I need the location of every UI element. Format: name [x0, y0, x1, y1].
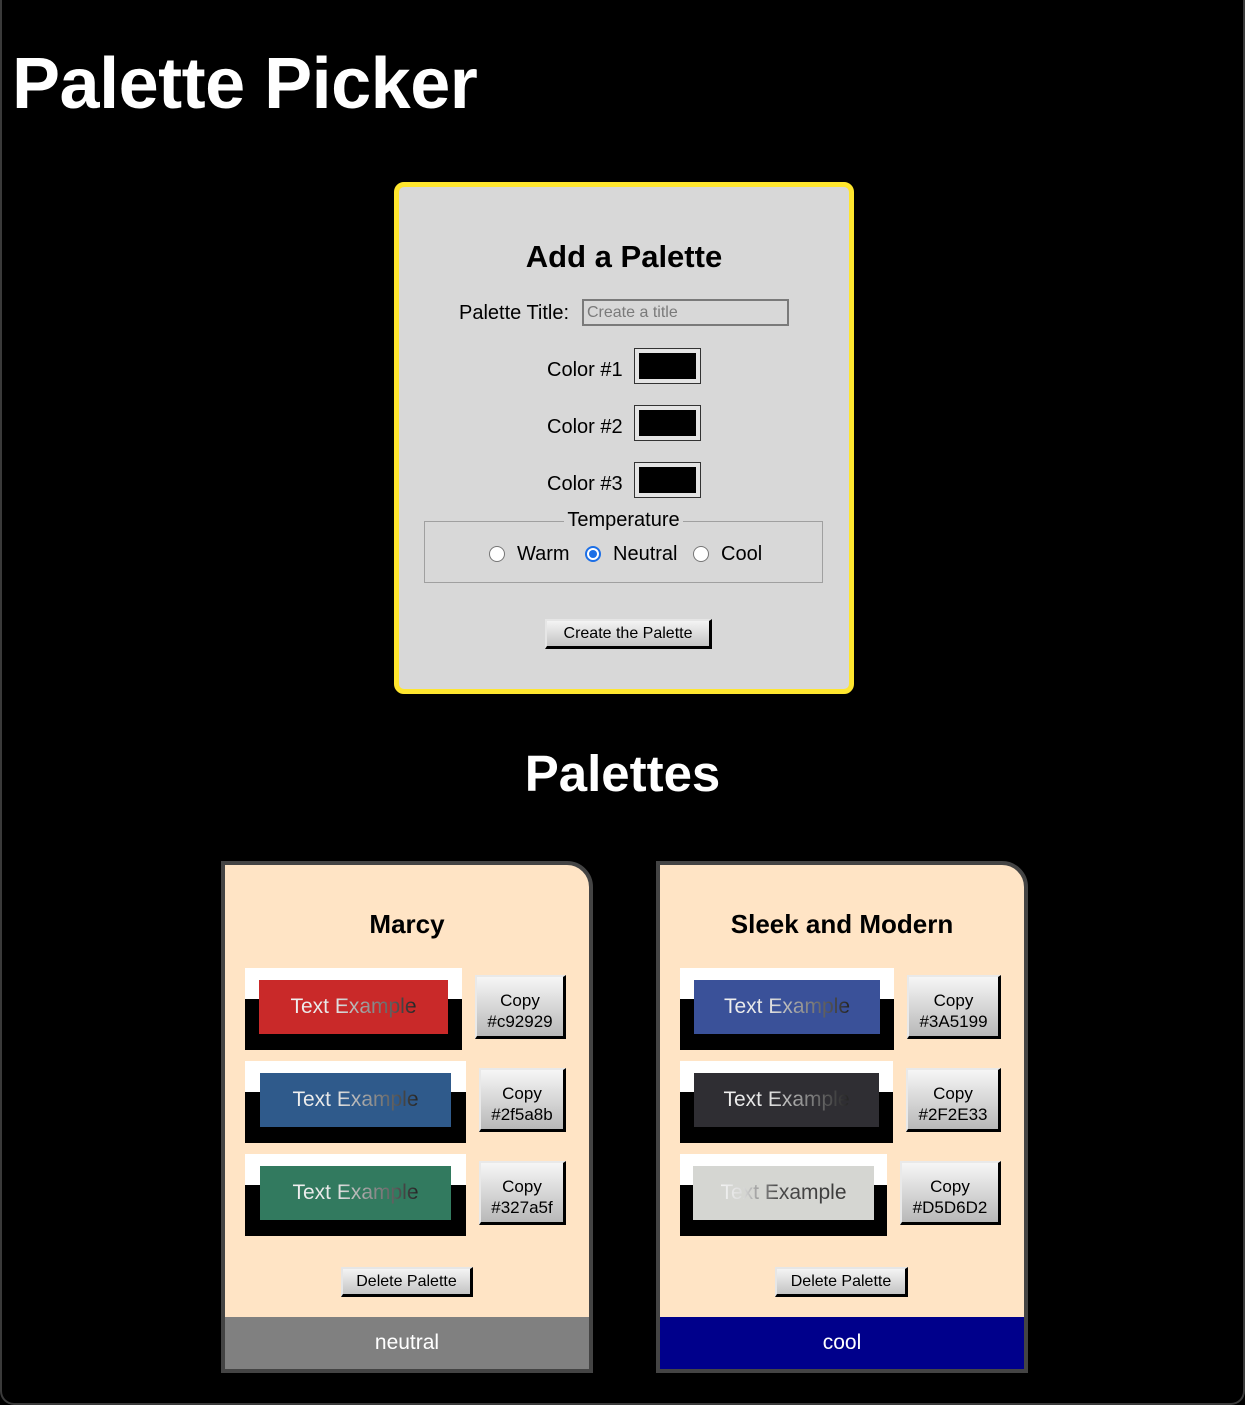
color-1-fill — [639, 353, 696, 379]
palette-card-sleek-and-modern: Sleek and Modern Text Example Copy #3A519… — [656, 861, 1028, 1373]
swatch-sample: Text Example — [693, 1166, 874, 1220]
app-title: Palette Picker — [12, 44, 478, 124]
palette-name: Sleek and Modern — [730, 909, 954, 939]
color-3-picker[interactable] — [634, 462, 701, 498]
swatch-sample: Text Example — [260, 1073, 451, 1127]
swatch-sample: Text Example — [260, 1166, 451, 1220]
palettes-heading: Palettes — [524, 745, 721, 802]
copy-color-button[interactable]: Copy #2F2E33 — [906, 1068, 1001, 1132]
copy-color-button[interactable]: Copy #327a5f — [479, 1161, 566, 1225]
temperature-bar: cool — [660, 1317, 1024, 1369]
radio-neutral-label[interactable]: Neutral — [613, 543, 677, 566]
delete-palette-button[interactable]: Delete Palette — [775, 1267, 908, 1297]
swatch-frame: Text Example — [680, 1154, 887, 1236]
palette-card-marcy: Marcy Text Example Copy #c92929 Text Exam… — [221, 861, 593, 1373]
swatch-frame: Text Example — [680, 1061, 893, 1143]
color-2-label: Color #2 — [547, 416, 623, 438]
copy-color-button[interactable]: Copy #c92929 — [475, 975, 566, 1039]
swatch-sample: Text Example — [259, 980, 448, 1034]
swatch-frame: Text Example — [245, 1061, 466, 1143]
copy-color-button[interactable]: Copy #D5D6D2 — [900, 1161, 1001, 1225]
temperature-fieldset: Temperature Warm Neutral Cool — [424, 509, 823, 583]
palette-title-label: Palette Title: — [459, 302, 570, 324]
color-2-fill — [639, 410, 696, 436]
color-1-label: Color #1 — [547, 359, 623, 381]
color-1-picker[interactable] — [634, 348, 701, 384]
copy-color-button[interactable]: Copy #3A5199 — [907, 975, 1001, 1039]
radio-neutral[interactable] — [585, 546, 601, 562]
radio-cool-label[interactable]: Cool — [721, 543, 762, 566]
palette-title-input[interactable] — [582, 299, 789, 326]
copy-color-button[interactable]: Copy #2f5a8b — [479, 1068, 566, 1132]
color-3-label: Color #3 — [547, 473, 623, 495]
swatch-sample: Text Example — [694, 980, 880, 1034]
swatch-frame: Text Example — [680, 968, 894, 1050]
radio-cool[interactable] — [693, 546, 709, 562]
form-title: Add a Palette — [525, 239, 723, 274]
swatch-frame: Text Example — [245, 968, 462, 1050]
color-2-picker[interactable] — [634, 405, 701, 441]
radio-warm[interactable] — [489, 546, 505, 562]
temperature-legend: Temperature — [425, 509, 822, 532]
swatch-sample: Text Example — [694, 1073, 879, 1127]
temperature-bar: neutral — [225, 1317, 589, 1369]
swatch-frame: Text Example — [245, 1154, 466, 1236]
delete-palette-button[interactable]: Delete Palette — [341, 1267, 473, 1297]
radio-warm-label[interactable]: Warm — [517, 543, 570, 566]
create-palette-button[interactable]: Create the Palette — [545, 619, 712, 649]
palette-name: Marcy — [369, 909, 445, 939]
add-palette-form: Add a Palette Palette Title: Color #1 Co… — [394, 182, 854, 694]
color-3-fill — [639, 467, 696, 493]
